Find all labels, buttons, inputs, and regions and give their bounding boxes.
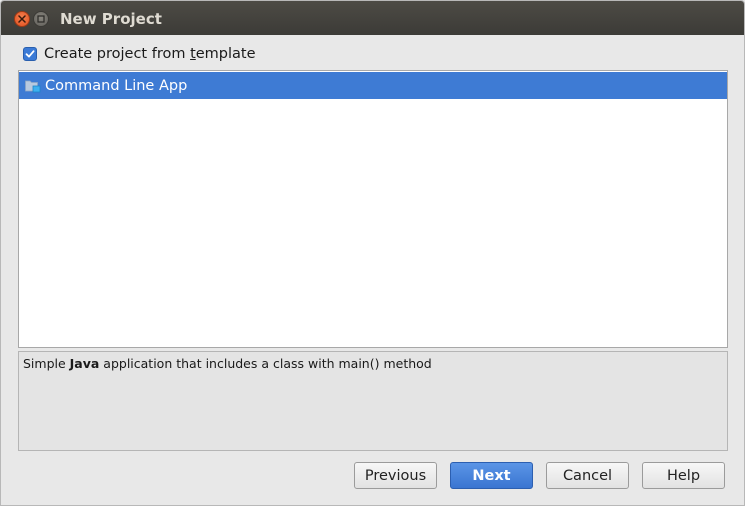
template-list[interactable]: Command Line App [18, 70, 728, 348]
create-from-template-label[interactable]: Create project from template [44, 46, 256, 62]
help-button[interactable]: Help [642, 462, 725, 489]
folder-icon [25, 79, 41, 93]
cancel-button[interactable]: Cancel [546, 462, 629, 489]
title-bar[interactable]: New Project [1, 1, 744, 35]
list-item[interactable]: Command Line App [19, 72, 727, 99]
checkmark-icon [25, 50, 35, 58]
maximize-icon[interactable] [33, 11, 49, 27]
create-from-template-checkbox[interactable] [23, 47, 37, 61]
window-title: New Project [60, 10, 162, 28]
template-description-panel: Simple Java application that includes a … [18, 351, 728, 451]
previous-button[interactable]: Previous [354, 462, 437, 489]
create-from-template-row[interactable]: Create project from template [23, 45, 256, 63]
next-button[interactable]: Next [450, 462, 533, 489]
close-icon[interactable] [14, 11, 30, 27]
new-project-dialog: New Project Create project from template… [0, 0, 745, 506]
template-description: Simple Java application that includes a … [23, 356, 432, 371]
list-item-label: Command Line App [45, 77, 188, 94]
